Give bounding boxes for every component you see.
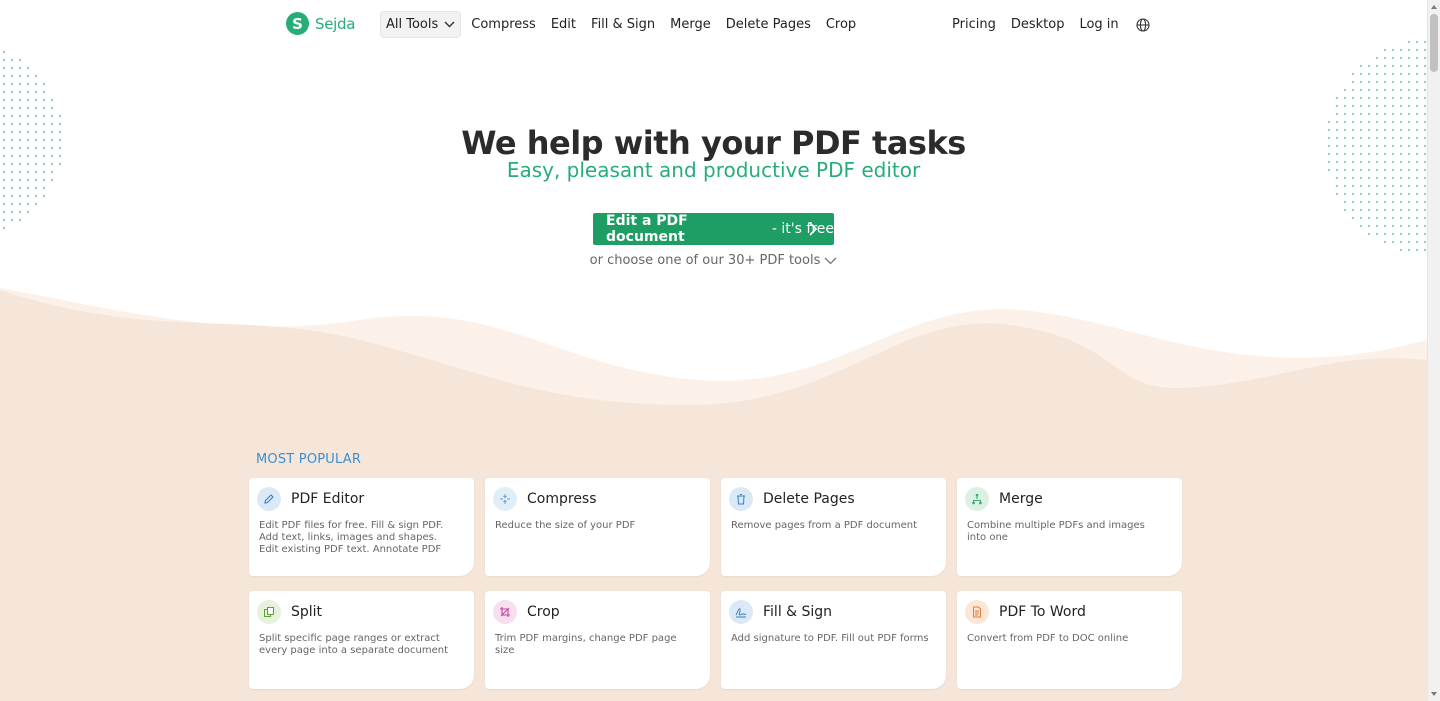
wave-decoration bbox=[0, 288, 1427, 440]
scrollbar-thumb[interactable] bbox=[1430, 14, 1438, 72]
tool-card-pdf-to-word[interactable]: PDF To Word Convert from PDF to DOC onli… bbox=[957, 591, 1182, 689]
signature-icon bbox=[729, 600, 753, 624]
main-nav: All Tools Compress Edit Fill & Sign Merg… bbox=[380, 11, 871, 38]
tool-card-description: Remove pages from a PDF document bbox=[731, 520, 917, 531]
nav-edit[interactable]: Edit bbox=[551, 11, 576, 38]
nav-crop[interactable]: Crop bbox=[826, 11, 856, 38]
account-nav: Pricing Desktop Log in bbox=[952, 11, 1150, 38]
chevron-down-icon bbox=[444, 21, 455, 28]
chevron-right-icon bbox=[809, 222, 817, 236]
site-header: S Sejda All Tools Compress Edit Fill & S… bbox=[0, 0, 1427, 48]
tool-card-delete-pages[interactable]: Delete Pages Remove pages from a PDF doc… bbox=[721, 478, 946, 576]
choose-tools-label: or choose one of our 30+ PDF tools bbox=[589, 253, 821, 268]
split-icon bbox=[257, 600, 281, 624]
nav-login[interactable]: Log in bbox=[1079, 11, 1118, 38]
edit-pdf-cta-button[interactable]: Edit a PDF document - it's free bbox=[593, 213, 834, 245]
tool-card-title: Merge bbox=[999, 491, 1043, 507]
nav-compress[interactable]: Compress bbox=[471, 11, 536, 38]
tool-card-description: Combine multiple PDFs and images into on… bbox=[967, 520, 1145, 543]
hero-subtitle: Easy, pleasant and productive PDF editor bbox=[506, 158, 921, 182]
logo-text: Sejda bbox=[315, 14, 356, 33]
pencil-icon bbox=[257, 487, 281, 511]
logo-mark-icon: S bbox=[286, 12, 309, 35]
tool-card-title: Crop bbox=[527, 604, 560, 620]
tool-card-description: Trim PDF margins, change PDF page size bbox=[495, 633, 677, 656]
globe-icon[interactable] bbox=[1136, 17, 1150, 32]
nav-fill-sign[interactable]: Fill & Sign bbox=[591, 11, 655, 38]
nav-desktop[interactable]: Desktop bbox=[1011, 11, 1065, 38]
tool-card-title: Fill & Sign bbox=[763, 604, 833, 620]
all-tools-dropdown[interactable]: All Tools bbox=[380, 11, 462, 38]
tool-card-description: Reduce the size of your PDF bbox=[495, 520, 636, 531]
compress-icon bbox=[493, 487, 517, 511]
page-scrollbar[interactable] bbox=[1427, 0, 1440, 701]
tool-card-description: Add signature to PDF. Fill out PDF forms bbox=[731, 633, 929, 644]
tool-card-fill-sign[interactable]: Fill & Sign Add signature to PDF. Fill o… bbox=[721, 591, 946, 689]
tool-card-merge[interactable]: Merge Combine multiple PDFs and images i… bbox=[957, 478, 1182, 576]
hero-title: We help with your PDF tasks bbox=[461, 124, 966, 162]
nav-merge[interactable]: Merge bbox=[670, 11, 711, 38]
tool-card-title: PDF Editor bbox=[291, 491, 365, 507]
tools-section-background bbox=[0, 430, 1427, 701]
cta-rest-label: - it's free bbox=[767, 221, 834, 237]
choose-tools-link[interactable]: or choose one of our 30+ PDF tools bbox=[0, 253, 1427, 268]
tool-card-title: Delete Pages bbox=[763, 491, 855, 507]
all-tools-label: All Tools bbox=[386, 17, 439, 32]
tool-card-split[interactable]: Split Split specific page ranges or extr… bbox=[249, 591, 474, 689]
tool-card-description: Convert from PDF to DOC online bbox=[967, 633, 1129, 644]
tool-card-description: Split specific page ranges or extract ev… bbox=[259, 633, 449, 656]
merge-icon bbox=[965, 487, 989, 511]
tool-card-compress[interactable]: Compress Reduce the size of your PDF bbox=[485, 478, 710, 576]
tool-card-crop[interactable]: Crop Trim PDF margins, change PDF page s… bbox=[485, 591, 710, 689]
tool-card-pdf-editor[interactable]: PDF Editor Edit PDF files for free. Fill… bbox=[249, 478, 474, 576]
tool-card-title: PDF To Word bbox=[999, 604, 1086, 620]
chevron-down-icon bbox=[824, 257, 837, 264]
trash-icon bbox=[729, 487, 753, 511]
scroll-up-arrow-icon[interactable] bbox=[1431, 5, 1437, 9]
cta-strong-label: Edit a PDF document bbox=[606, 213, 688, 245]
most-popular-heading: MOST POPULAR bbox=[256, 452, 362, 467]
nav-delete-pages[interactable]: Delete Pages bbox=[726, 11, 811, 38]
nav-pricing[interactable]: Pricing bbox=[952, 11, 996, 38]
sejda-logo[interactable]: S Sejda bbox=[286, 12, 355, 35]
document-icon bbox=[965, 600, 989, 624]
scroll-down-arrow-icon[interactable] bbox=[1431, 692, 1437, 696]
tool-card-description: Edit PDF files for free. Fill & sign PDF… bbox=[259, 520, 444, 555]
tool-card-title: Compress bbox=[527, 491, 597, 507]
tool-card-title: Split bbox=[291, 604, 323, 620]
crop-icon bbox=[493, 600, 517, 624]
